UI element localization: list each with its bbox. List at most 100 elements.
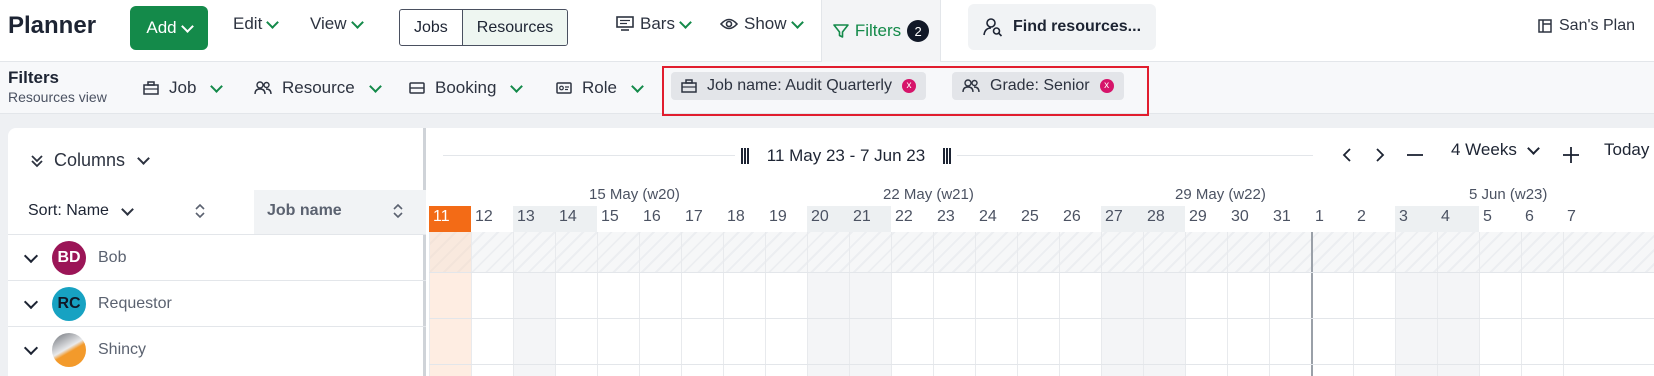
filters-count-badge: 2 (907, 20, 930, 42)
day-label: 24 (979, 208, 997, 225)
edit-menu[interactable]: Edit (233, 14, 280, 34)
day-gridline (1437, 232, 1438, 376)
day-gridline (1563, 232, 1564, 376)
chevron-down-icon (266, 15, 280, 29)
day-label: 17 (685, 208, 703, 225)
date-range-control[interactable]: 11 May 23 - 7 Jun 23 (735, 136, 957, 176)
range-start-handle-icon[interactable] (740, 148, 749, 164)
filters-label: Filters (854, 21, 902, 40)
booking-filter-label: Booking (435, 78, 497, 97)
filter-chip-job-name[interactable]: Job name: Audit Quarterly x (671, 72, 926, 100)
day-gridline (597, 232, 598, 376)
sort-icon[interactable] (392, 202, 404, 220)
row-divider (429, 318, 1654, 319)
day-label: 22 (895, 208, 913, 225)
sort-direction-icon[interactable] (194, 202, 206, 220)
role-filter-menu[interactable]: Role (556, 78, 644, 98)
day-gridline (765, 232, 766, 376)
day-gridline (1143, 232, 1144, 376)
previous-icon[interactable] (1342, 148, 1352, 162)
columns-menu[interactable]: Columns (30, 150, 150, 171)
expand-chevron-icon[interactable] (23, 294, 39, 309)
day-label: 6 (1525, 208, 1534, 225)
day-gridline (1269, 232, 1270, 376)
id-card-icon (556, 82, 572, 94)
filters-button[interactable]: Filters 2 (821, 0, 941, 62)
day-label: 29 (1189, 208, 1207, 225)
expand-chevron-icon[interactable] (23, 340, 39, 355)
day-gridline (429, 232, 430, 376)
plan-selector[interactable]: San's Plan (1538, 17, 1635, 35)
resource-name[interactable]: Requestor (98, 295, 172, 313)
show-menu[interactable]: Show (720, 14, 804, 34)
day-label: 3 (1395, 206, 1437, 232)
resource-row: BD Bob (8, 234, 426, 280)
day-gridline (933, 232, 934, 376)
day-gridline (681, 232, 682, 376)
columns-label: Columns (54, 150, 126, 170)
job-name-column-header[interactable]: Job name (254, 190, 426, 234)
resources-toggle[interactable]: Resources (461, 10, 568, 45)
day-label: 19 (769, 208, 787, 225)
day-label: 27 (1101, 206, 1143, 232)
day-gridline (555, 232, 556, 376)
zoom-select[interactable]: 4 Weeks (1451, 140, 1540, 160)
filter-chip-label: Job name: Audit Quarterly (707, 77, 892, 94)
remove-filter-icon[interactable]: x (901, 79, 916, 93)
chevron-down-icon (137, 152, 150, 165)
avatar (52, 332, 86, 367)
add-button[interactable]: Add (130, 6, 208, 50)
view-menu[interactable]: View (310, 14, 364, 34)
briefcase-icon (681, 79, 697, 93)
day-gridline (975, 232, 976, 376)
day-gridline (1059, 232, 1060, 376)
filter-icon (833, 24, 849, 38)
day-label: 11 (429, 206, 471, 232)
day-gridline (723, 232, 724, 376)
planner-panel: Columns Sort: Name Job name BD Bob RC Re… (8, 128, 1654, 376)
resource-filter-label: Resource (282, 78, 355, 97)
filter-chip-label: Grade: Senior (990, 77, 1090, 94)
day-gridline (1185, 232, 1186, 376)
chevron-down-icon (510, 79, 524, 93)
zoom-label: 4 Weeks (1451, 140, 1517, 159)
range-end-handle-icon[interactable] (943, 148, 952, 164)
row-divider (429, 272, 1654, 273)
filter-chip-grade[interactable]: Grade: Senior x (952, 72, 1124, 100)
job-name-header-label: Job name (267, 202, 342, 219)
jobs-toggle[interactable]: Jobs (400, 10, 462, 45)
chevron-down-icon (1526, 141, 1540, 155)
expand-chevron-icon[interactable] (23, 248, 39, 263)
view-toggle: Jobs Resources (399, 9, 569, 46)
timeline: 11 May 23 - 7 Jun 23 4 Weeks Today 15 Ma… (429, 128, 1654, 376)
next-icon[interactable] (1375, 148, 1385, 162)
today-button[interactable]: Today (1604, 140, 1649, 160)
chevron-down-icon (679, 15, 692, 29)
chevron-down-icon (121, 202, 134, 216)
job-filter-menu[interactable]: Job (143, 78, 224, 98)
day-label: 18 (727, 208, 745, 225)
day-gridline (849, 232, 850, 376)
bars-label: Bars (640, 14, 675, 33)
chevron-down-icon (180, 19, 194, 33)
chevron-down-icon (368, 79, 382, 93)
resource-filter-menu[interactable]: Resource (254, 78, 382, 98)
resource-name[interactable]: Bob (98, 249, 126, 267)
chevron-down-icon (210, 79, 224, 93)
day-label: 20 (807, 206, 849, 232)
zoom-in-icon[interactable] (1563, 147, 1579, 163)
remove-filter-icon[interactable]: x (1099, 79, 1114, 93)
monitor-icon (616, 16, 634, 31)
resource-name[interactable]: Shincy (98, 341, 146, 359)
day-label: 28 (1143, 206, 1185, 232)
sort-menu[interactable]: Sort: Name (28, 202, 134, 220)
collapse-all-icon (31, 154, 43, 167)
zoom-out-icon[interactable] (1407, 154, 1423, 156)
resource-row: RC Requestor (8, 280, 426, 326)
users-icon (254, 81, 272, 95)
find-resources-button[interactable]: Find resources... (968, 4, 1156, 50)
booking-filter-menu[interactable]: Booking (409, 78, 524, 98)
bars-menu[interactable]: Bars (616, 14, 692, 34)
day-label: 7 (1567, 208, 1576, 225)
week-label: 15 May (w20) (589, 186, 680, 203)
